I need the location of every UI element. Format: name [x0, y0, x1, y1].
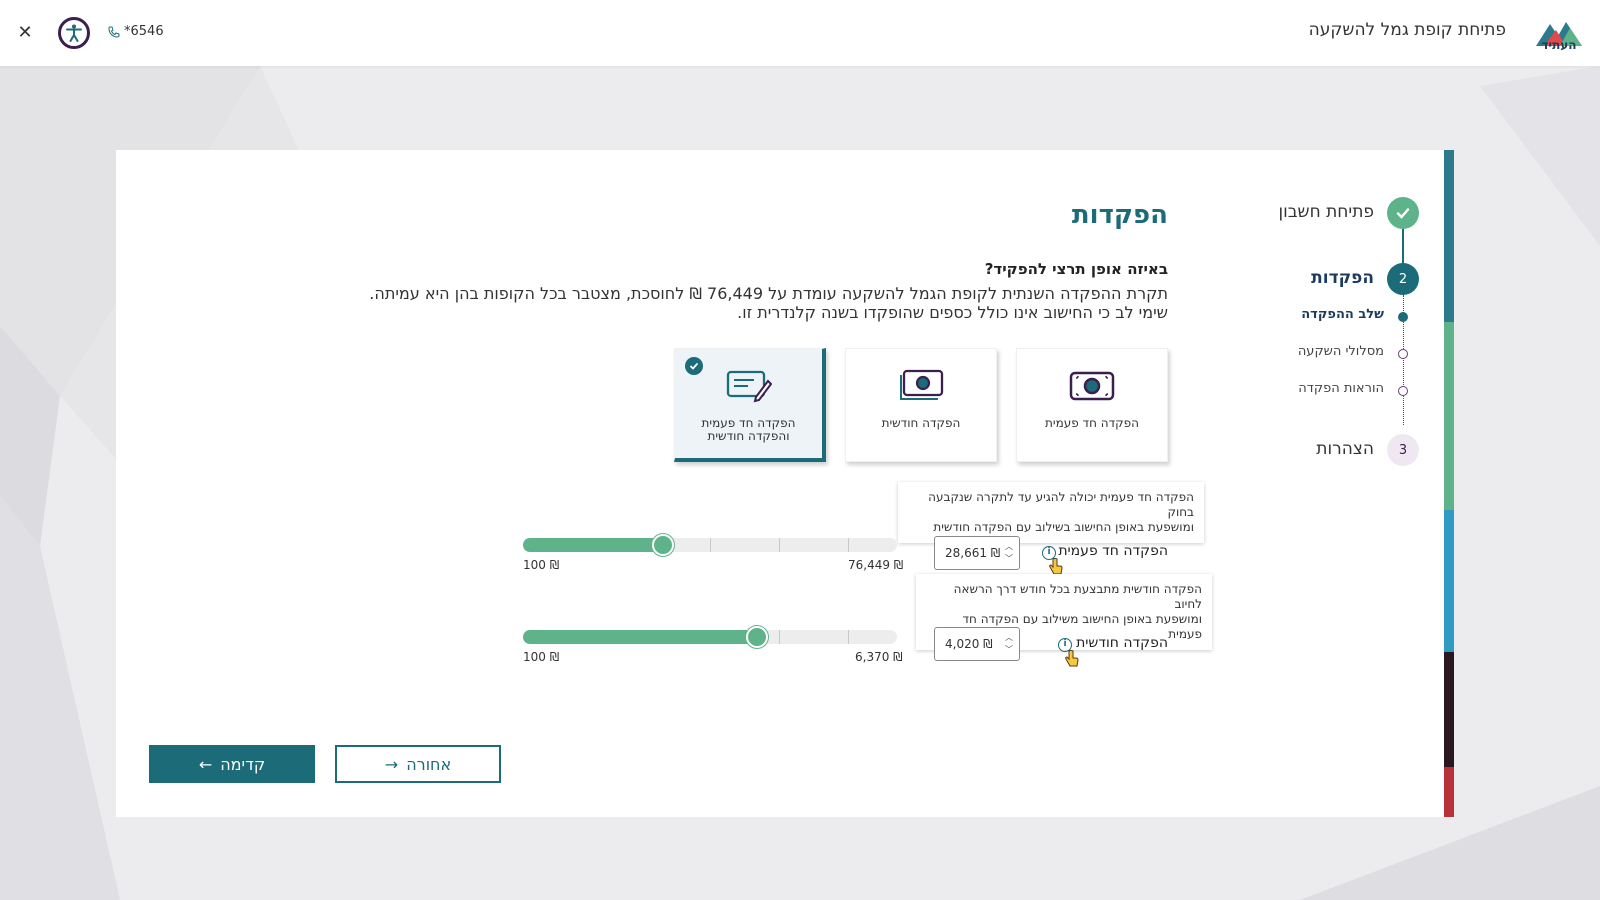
- one-time-amount-value: 28,661 ₪: [945, 546, 1001, 560]
- back-button[interactable]: אחורה →: [335, 745, 501, 783]
- next-button-label: קדימה: [220, 754, 266, 774]
- step-1-label: פתיחת חשבון: [1278, 202, 1374, 222]
- description-line-2: שימי לב כי החישוב אינו כולל כספים שהופקד…: [737, 303, 1168, 322]
- one-time-slider-fill: [523, 538, 663, 552]
- phone-number[interactable]: *6546: [108, 24, 164, 39]
- option-combined[interactable]: הפקדה חד פעמית והפקדה חודשית: [674, 348, 826, 462]
- stepper-arrows-icon[interactable]: ︿ ﹀: [1005, 541, 1013, 565]
- one-time-slider[interactable]: [523, 534, 897, 556]
- slider-tick: [779, 538, 780, 552]
- one-time-slider-thumb[interactable]: [652, 534, 674, 556]
- check-icon: [1396, 208, 1410, 219]
- monthly-slider-fill: [523, 630, 757, 644]
- step-2-number: 2: [1398, 271, 1408, 287]
- one-time-label: הפקדה חד פעמית: [1058, 543, 1168, 559]
- option-one-time-label: הפקדה חד פעמית: [1045, 416, 1139, 430]
- option-monthly[interactable]: הפקדה חודשית: [845, 348, 997, 462]
- monthly-slider-thumb[interactable]: [746, 626, 768, 648]
- close-button[interactable]: ✕: [14, 22, 36, 44]
- substep-3-label: הוראות הפקדה: [1298, 381, 1384, 396]
- description: תקרת ההפקדה השנתית לקופת הגמל להשקעה עומ…: [268, 284, 1168, 322]
- check-icon: [689, 362, 699, 370]
- app-header: העתיד פתיחת קופת גמל להשקעה *6546 ✕: [0, 0, 1600, 66]
- one-time-tooltip-line-2: ומושפעת באופן החישוב בשילוב עם הפקדה חוד…: [933, 520, 1194, 534]
- page-title: הפקדות: [1071, 200, 1168, 230]
- option-combined-label-line-2: והפקדה חודשית: [707, 429, 790, 443]
- substep-2-dot: [1398, 349, 1408, 359]
- monthly-tooltip-line-1: הפקדה חודשית מתבצעת בכל חודש דרך הרשאה ל…: [953, 582, 1202, 611]
- slider-tick: [848, 538, 849, 552]
- slider-tick: [710, 538, 711, 552]
- monthly-amount-value: 4,020 ₪: [945, 637, 993, 651]
- monthly-label: הפקדה חודשית: [1076, 635, 1168, 651]
- color-stripe: [1444, 150, 1454, 817]
- selected-check-badge: [685, 357, 703, 375]
- cash-icon: [1069, 371, 1115, 401]
- one-time-min-label: 100 ₪: [523, 558, 560, 572]
- question-heading: באיזה אופן תרצי להפקיד?: [984, 260, 1168, 278]
- substep-1-label: שלב ההפקדה: [1301, 307, 1384, 322]
- header-title: פתיחת קופת גמל להשקעה: [1308, 20, 1506, 40]
- phone-text: *6546: [124, 24, 164, 39]
- step-3-label: הצהרות: [1316, 439, 1374, 459]
- pointer-hand-icon: [1065, 650, 1079, 667]
- accessibility-button[interactable]: [58, 17, 90, 49]
- document-pen-icon: [726, 370, 772, 403]
- one-time-tooltip-line-1: הפקדה חד פעמית יכולה להגיע עד לתקרה שנקב…: [928, 490, 1194, 519]
- option-one-time[interactable]: הפקדה חד פעמית: [1016, 348, 1168, 462]
- step-2-label: הפקדות: [1311, 268, 1374, 288]
- arrow-left-icon: ←: [198, 754, 213, 774]
- stepper-arrows-icon[interactable]: ︿ ﹀: [1005, 632, 1013, 656]
- logo-text: העתיד: [1541, 38, 1577, 52]
- arrow-right-icon: →: [384, 754, 399, 774]
- step-3-number: 3: [1398, 442, 1408, 458]
- option-monthly-label: הפקדה חודשית: [881, 416, 961, 430]
- substep-2-label: מסלולי השקעה: [1297, 344, 1384, 359]
- step-3-circle: 3: [1387, 434, 1419, 466]
- monthly-min-label: 100 ₪: [523, 650, 560, 664]
- monthly-max-label: 6,370 ₪: [855, 650, 903, 664]
- one-time-max-label: 76,449 ₪: [848, 558, 904, 572]
- back-button-label: אחורה: [406, 754, 452, 774]
- one-time-tooltip: הפקדה חד פעמית יכולה להגיע עד לתקרה שנקב…: [898, 482, 1204, 543]
- one-time-amount-input[interactable]: 28,661 ₪ ︿ ﹀: [934, 536, 1020, 570]
- substep-3-dot: [1398, 386, 1408, 396]
- close-icon: ✕: [17, 22, 33, 43]
- option-combined-label: הפקדה חד פעמית והפקדה חודשית: [675, 417, 822, 443]
- slider-tick: [848, 630, 849, 644]
- steps-panel: פתיחת חשבון 2 הפקדות שלב ההפקדה מסלולי ה…: [1204, 150, 1454, 817]
- slider-tick: [779, 630, 780, 644]
- substep-1-dot: [1398, 312, 1408, 322]
- main-card: הפקדות באיזה אופן תרצי להפקיד? תקרת ההפק…: [116, 150, 1218, 817]
- description-line-1: תקרת ההפקדה השנתית לקופת הגמל להשקעה עומ…: [369, 284, 1168, 303]
- phone-icon: [108, 26, 120, 38]
- monthly-slider[interactable]: [523, 626, 897, 648]
- cash-stack-icon: [900, 369, 944, 400]
- next-button[interactable]: קדימה ←: [149, 745, 315, 783]
- step-1-done-circle: [1387, 197, 1419, 229]
- accessibility-icon: [66, 24, 82, 42]
- monthly-amount-input[interactable]: 4,020 ₪ ︿ ﹀: [934, 627, 1020, 661]
- step-2-circle: 2: [1387, 263, 1419, 295]
